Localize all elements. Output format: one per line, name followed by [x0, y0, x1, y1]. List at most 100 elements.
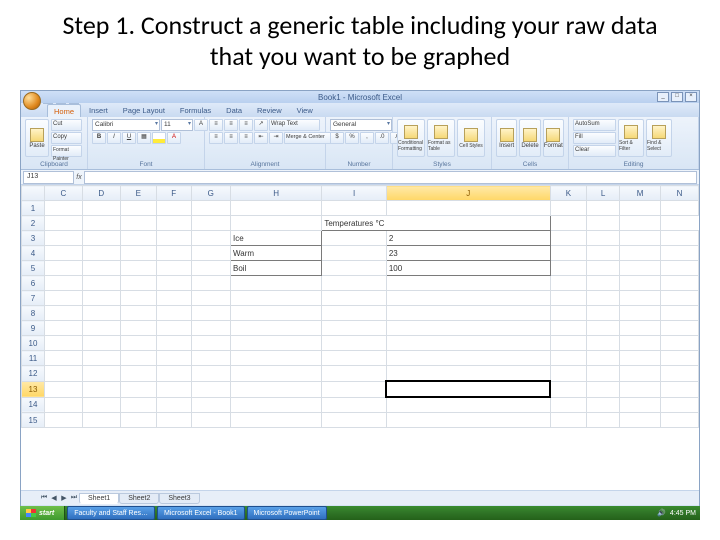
- row-header[interactable]: 5: [22, 261, 45, 276]
- col-header[interactable]: E: [120, 186, 156, 201]
- border-button[interactable]: ▦: [137, 132, 151, 144]
- align-left-button[interactable]: ≡: [209, 132, 223, 144]
- col-header[interactable]: N: [661, 186, 699, 201]
- fill-button[interactable]: Fill: [573, 132, 616, 144]
- col-header[interactable]: M: [620, 186, 661, 201]
- cell[interactable]: 100: [386, 261, 550, 276]
- tab-page-layout[interactable]: Page Layout: [116, 103, 172, 117]
- fx-icon[interactable]: fx: [74, 174, 84, 181]
- name-box[interactable]: J13: [23, 171, 74, 184]
- col-header[interactable]: H: [231, 186, 322, 201]
- row-header[interactable]: 4: [22, 246, 45, 261]
- cell[interactable]: Boil: [231, 261, 322, 276]
- sheet-nav-prev-icon[interactable]: ◀: [49, 494, 59, 502]
- worksheet-grid[interactable]: C D E F G H I J K L M N 1 2 Temperatures…: [21, 185, 699, 491]
- italic-button[interactable]: I: [107, 132, 121, 144]
- col-header[interactable]: L: [587, 186, 620, 201]
- fill-color-button[interactable]: [152, 132, 166, 144]
- align-center-button[interactable]: ≡: [224, 132, 238, 144]
- close-button[interactable]: ×: [685, 92, 697, 102]
- row-header[interactable]: 6: [22, 276, 45, 291]
- minimize-button[interactable]: _: [657, 92, 669, 102]
- bold-button[interactable]: B: [92, 132, 106, 144]
- formula-input[interactable]: [84, 171, 697, 184]
- number-format-combo[interactable]: General: [330, 119, 392, 131]
- office-button[interactable]: [23, 92, 41, 110]
- conditional-formatting-button[interactable]: Conditional Formatting: [397, 119, 425, 157]
- row-header[interactable]: 12: [22, 366, 45, 382]
- row-header[interactable]: 14: [22, 397, 45, 413]
- cell[interactable]: Warm: [231, 246, 322, 261]
- align-right-button[interactable]: ≡: [239, 132, 253, 144]
- start-button[interactable]: start: [20, 506, 65, 520]
- col-header[interactable]: F: [156, 186, 191, 201]
- row-header[interactable]: 8: [22, 306, 45, 321]
- tab-data[interactable]: Data: [219, 103, 249, 117]
- selected-cell[interactable]: [386, 381, 550, 397]
- align-middle-button[interactable]: ≡: [224, 119, 238, 131]
- font-size-combo[interactable]: 11: [161, 119, 193, 131]
- indent-dec-button[interactable]: ⇤: [254, 132, 268, 144]
- orientation-button[interactable]: ↗: [254, 119, 268, 131]
- cell[interactable]: Ice: [231, 231, 322, 246]
- font-color-button[interactable]: A: [167, 132, 181, 144]
- sheet-nav-last-icon[interactable]: ⏭: [69, 494, 79, 502]
- tab-view[interactable]: View: [290, 103, 320, 117]
- inc-decimal-button[interactable]: .0: [375, 132, 389, 144]
- sheet-tab[interactable]: Sheet3: [159, 493, 199, 504]
- system-tray[interactable]: 🔊 4:45 PM: [653, 509, 700, 517]
- sort-filter-button[interactable]: Sort & Filter: [618, 119, 644, 157]
- row-header[interactable]: 10: [22, 336, 45, 351]
- format-painter-button[interactable]: Format Painter: [51, 145, 82, 157]
- underline-button[interactable]: U: [122, 132, 136, 144]
- tray-icon[interactable]: 🔊: [657, 509, 666, 517]
- align-top-button[interactable]: ≡: [209, 119, 223, 131]
- col-header[interactable]: D: [82, 186, 120, 201]
- row-header[interactable]: 1: [22, 201, 45, 216]
- format-as-table-button[interactable]: Format as Table: [427, 119, 455, 157]
- tab-home[interactable]: Home: [47, 104, 81, 117]
- select-all-corner[interactable]: [22, 186, 45, 201]
- sheet-nav-first-icon[interactable]: ⏮: [39, 494, 49, 502]
- tab-insert[interactable]: Insert: [82, 103, 115, 117]
- col-header[interactable]: C: [45, 186, 83, 201]
- indent-inc-button[interactable]: ⇥: [269, 132, 283, 144]
- format-cells-button[interactable]: Format: [543, 119, 564, 157]
- taskbar-item[interactable]: Faculty and Staff Res…: [67, 506, 155, 520]
- row-header[interactable]: 15: [22, 413, 45, 428]
- row-header[interactable]: 3: [22, 231, 45, 246]
- find-select-button[interactable]: Find & Select: [646, 119, 672, 157]
- cut-button[interactable]: Cut: [51, 119, 82, 131]
- insert-cells-button[interactable]: Insert: [496, 119, 517, 157]
- sheet-tab[interactable]: Sheet1: [79, 493, 119, 504]
- cell-styles-button[interactable]: Cell Styles: [457, 119, 485, 157]
- taskbar-item[interactable]: Microsoft PowerPoint: [247, 506, 327, 520]
- currency-button[interactable]: $: [330, 132, 344, 144]
- row-header[interactable]: 11: [22, 351, 45, 366]
- tab-formulas[interactable]: Formulas: [173, 103, 218, 117]
- paste-button[interactable]: Paste: [25, 119, 49, 157]
- delete-cells-button[interactable]: Delete: [519, 119, 540, 157]
- col-header[interactable]: G: [191, 186, 230, 201]
- cell[interactable]: 23: [386, 246, 550, 261]
- copy-button[interactable]: Copy: [51, 132, 82, 144]
- comma-button[interactable]: ,: [360, 132, 374, 144]
- sheet-nav-next-icon[interactable]: ▶: [59, 494, 69, 502]
- tray-clock[interactable]: 4:45 PM: [670, 510, 696, 517]
- col-header[interactable]: J: [386, 186, 550, 201]
- col-header[interactable]: K: [550, 186, 586, 201]
- sheet-tab[interactable]: Sheet2: [119, 493, 159, 504]
- taskbar-item[interactable]: Microsoft Excel - Book1: [157, 506, 245, 520]
- row-header[interactable]: 9: [22, 321, 45, 336]
- percent-button[interactable]: %: [345, 132, 359, 144]
- wrap-text-button[interactable]: Wrap Text: [269, 119, 320, 131]
- tab-review[interactable]: Review: [250, 103, 289, 117]
- font-family-combo[interactable]: Calibri: [92, 119, 160, 131]
- maximize-button[interactable]: □: [671, 92, 683, 102]
- row-header[interactable]: 2: [22, 216, 45, 231]
- align-bottom-button[interactable]: ≡: [239, 119, 253, 131]
- cell[interactable]: 2: [386, 231, 550, 246]
- col-header[interactable]: I: [322, 186, 387, 201]
- row-header[interactable]: 7: [22, 291, 45, 306]
- clear-button[interactable]: Clear: [573, 145, 616, 157]
